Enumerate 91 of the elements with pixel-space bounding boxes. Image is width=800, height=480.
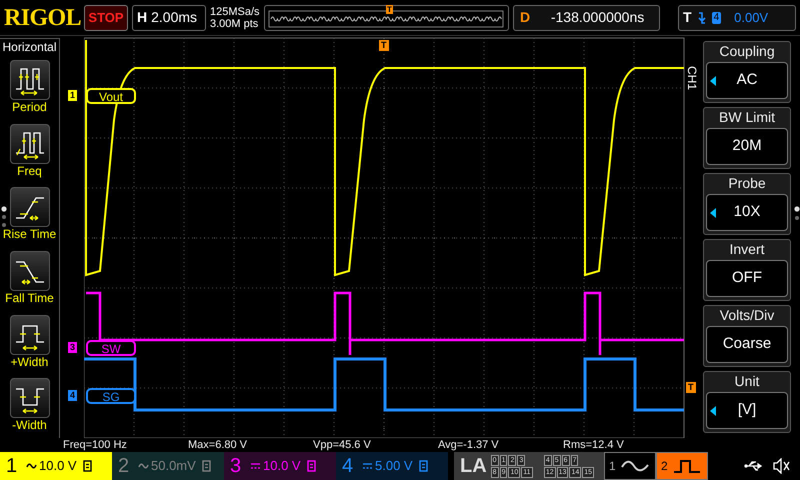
- softkey-label: Invert: [729, 240, 764, 259]
- measurement-readout: Rms=12.4 V: [563, 438, 625, 452]
- softkey-value: 20M: [732, 136, 762, 156]
- trigger-position-marker: T: [386, 4, 393, 14]
- channel-number: 1: [6, 456, 18, 476]
- measure-button[interactable]: [10, 60, 50, 100]
- page-dots-icon: [794, 206, 800, 222]
- memory-depth: 3.00M pts: [210, 18, 260, 30]
- bandwidth-icon: [306, 460, 316, 472]
- measure-button[interactable]: [10, 187, 50, 228]
- run-stop-status[interactable]: STOP: [84, 4, 128, 30]
- channel-number: 2: [118, 456, 130, 476]
- measure-label: Freq: [17, 164, 42, 179]
- timebase-label: H: [136, 8, 148, 27]
- dc-coupling-icon: [250, 461, 261, 471]
- softkey-label: Coupling: [719, 42, 775, 61]
- source-button[interactable]: 1: [604, 452, 656, 480]
- delay-label: D: [519, 8, 532, 27]
- channel-status[interactable]: 4 5.00 V: [336, 452, 448, 480]
- menu-softkey[interactable]: Volts/Div Coarse: [703, 305, 791, 367]
- source-button[interactable]: 2: [656, 452, 708, 480]
- measure-label: Fall Time: [5, 290, 54, 306]
- measurement-readout: Avg=-1.37 V: [438, 438, 500, 452]
- brand-logo: RIGOL: [4, 6, 80, 30]
- softkey-value: [V]: [738, 400, 756, 420]
- softkey-label: BW Limit: [719, 108, 775, 127]
- trigger-position-marker: T: [379, 40, 388, 51]
- page-dots-icon: [1, 206, 7, 228]
- channel-marker: 4: [68, 390, 78, 401]
- channel-status[interactable]: 1 10.0 V: [0, 452, 112, 480]
- channel-scale: 5.00 V: [375, 457, 413, 476]
- delay-value: -138.000000ns: [550, 8, 646, 27]
- ac-coupling-icon: [26, 461, 37, 471]
- trigger-label: T: [683, 8, 692, 27]
- softkey-label: Unit: [734, 372, 760, 391]
- trigger-level-marker: T: [686, 382, 696, 393]
- menu-title: CH1: [684, 66, 700, 90]
- dc-coupling-icon: [362, 461, 373, 471]
- timebase-value: 2.00ms: [151, 8, 198, 27]
- measure-label: Period: [12, 100, 47, 115]
- channel-marker: 1: [68, 90, 78, 101]
- measure-label: +Width: [10, 354, 48, 370]
- measurement-readout: Freq=100 Hz: [63, 438, 128, 452]
- source-number: 2: [661, 458, 668, 475]
- measure-button[interactable]: [10, 314, 50, 355]
- bandwidth-icon: [82, 460, 92, 472]
- softkey-value: AC: [736, 70, 758, 90]
- timebase-box[interactable]: H 2.00ms: [132, 4, 206, 30]
- measure-button[interactable]: [10, 378, 50, 418]
- delay-box[interactable]: D -138.000000ns: [513, 4, 660, 30]
- ac-coupling-icon: [138, 461, 149, 471]
- menu-title: Horizontal: [2, 40, 57, 56]
- sample-rate: 125MSa/s: [210, 6, 260, 18]
- measure-label: -Width: [12, 418, 47, 434]
- menu-softkey[interactable]: Probe 10X: [703, 173, 791, 235]
- trigger-box[interactable]: T 4 0.00V: [678, 4, 796, 30]
- trigger-level: 0.00V: [734, 8, 768, 27]
- channel-number: 4: [342, 456, 354, 476]
- menu-softkey[interactable]: Unit [V]: [703, 371, 791, 433]
- menu-softkey[interactable]: Invert OFF: [703, 239, 791, 301]
- softkey-label: Volts/Div: [720, 306, 774, 325]
- channel-scale: 10.0 V: [263, 457, 301, 476]
- channel-scale: 10.0 V: [39, 457, 77, 476]
- bandwidth-icon: [202, 460, 211, 472]
- channel-status[interactable]: 2 50.0mV: [112, 452, 224, 480]
- muted-speaker-icon: [772, 458, 790, 474]
- measure-label: Rise Time: [2, 227, 56, 242]
- softkey-value: Coarse: [722, 334, 772, 354]
- channel-number: 3: [230, 456, 242, 476]
- softkey-label: Probe: [728, 174, 766, 193]
- source-number: 1: [609, 458, 616, 475]
- square-wave-icon: [672, 457, 702, 475]
- falling-edge-icon: [696, 10, 707, 24]
- channel-label: Vout: [86, 88, 136, 104]
- usb-icon: [744, 460, 764, 472]
- channel-marker: 3: [68, 342, 78, 353]
- channel-label: SW: [86, 340, 136, 356]
- channel-status[interactable]: 3 10.0 V: [224, 452, 336, 480]
- channel-label: SG: [86, 388, 136, 404]
- softkey-value: OFF: [732, 268, 762, 288]
- measure-button[interactable]: [10, 124, 50, 164]
- menu-softkey[interactable]: BW Limit 20M: [703, 107, 791, 169]
- measurement-readout: Max=6.80 V: [188, 438, 248, 452]
- la-label: LA: [460, 456, 487, 476]
- trigger-source: 4: [712, 12, 722, 24]
- measure-button[interactable]: [10, 250, 50, 291]
- softkey-value: 10X: [734, 202, 760, 222]
- menu-softkey[interactable]: Coupling AC: [703, 41, 791, 103]
- channel-scale: 50.0mV: [151, 457, 196, 476]
- bandwidth-icon: [418, 460, 428, 472]
- measurement-readout: Vpp=45.6 V: [313, 438, 372, 452]
